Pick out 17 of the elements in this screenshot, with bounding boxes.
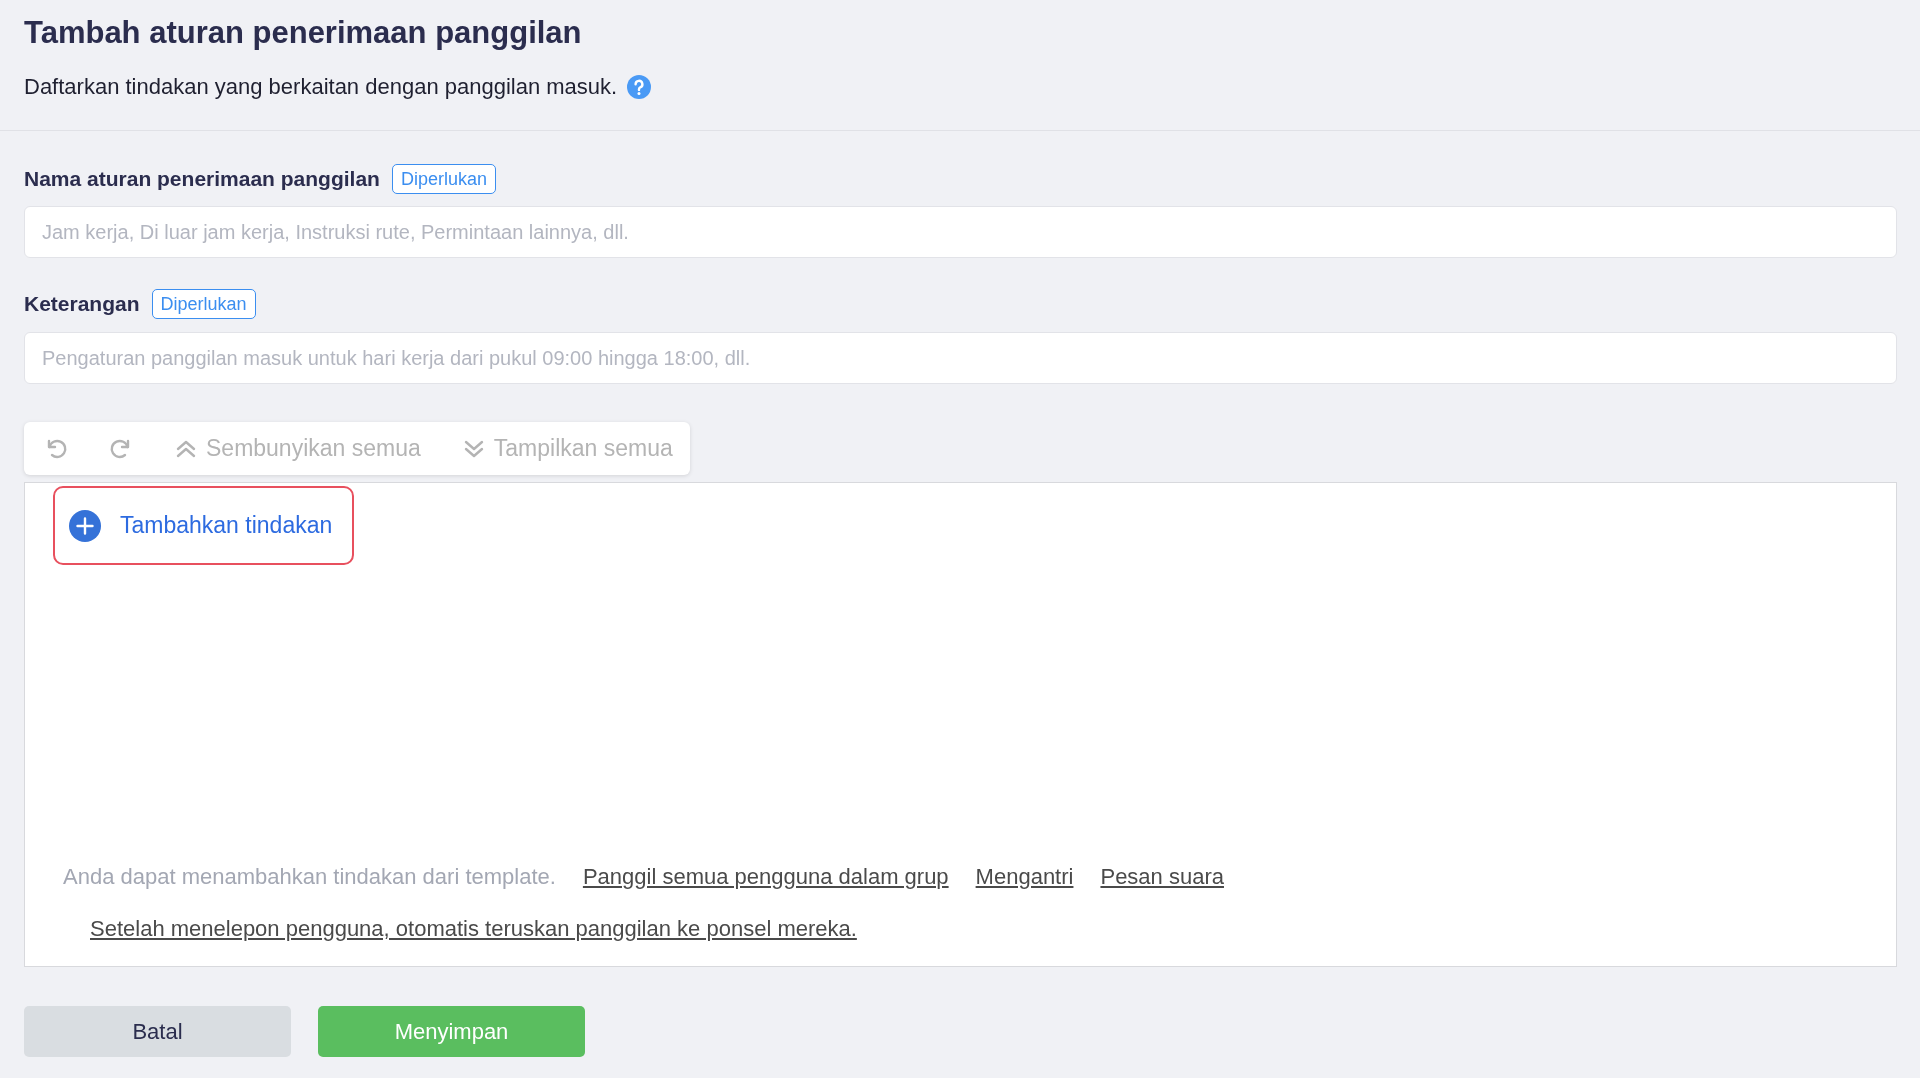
template-link[interactable]: Pesan suara bbox=[1100, 862, 1224, 892]
required-tag: Diperlukan bbox=[391, 164, 496, 194]
input-field[interactable]: Jam kerja, Di luar jam kerja, Instruksi rute, Permintaan lainnya, dll. bbox=[24, 206, 1897, 258]
plus-circle-icon bbox=[69, 509, 101, 542]
input-field[interactable]: Pengaturan panggilan masuk untuk hari kerja dari pukul 09:00 hingga 18:00, dll. bbox=[24, 332, 1897, 384]
template-link[interactable]: Mengantri bbox=[975, 862, 1074, 892]
required-tag: Diperlukan bbox=[151, 289, 256, 319]
page-description: Daftarkan tindakan yang berkaitan dengan panggilan masuk. bbox=[24, 74, 618, 100]
add-action-button[interactable]: Tambahkan tindakan bbox=[53, 486, 355, 565]
field-label: Keterangan bbox=[24, 292, 140, 316]
help-icon[interactable] bbox=[627, 75, 652, 99]
page-title: Tambah aturan penerimaan panggilan bbox=[24, 14, 582, 52]
template-link[interactable]: Setelah menelepon pengguna, otomatis teruskan panggilan ke ponsel mereka. bbox=[90, 914, 857, 944]
cancel-button[interactable]: Batal bbox=[24, 1006, 291, 1057]
template-hint: Anda dapat menambahkan tindakan dari template. bbox=[63, 863, 556, 891]
field-label: Nama aturan penerimaan panggilan bbox=[24, 167, 380, 191]
template-link[interactable]: Panggil semua pengguna dalam grup bbox=[582, 862, 949, 892]
